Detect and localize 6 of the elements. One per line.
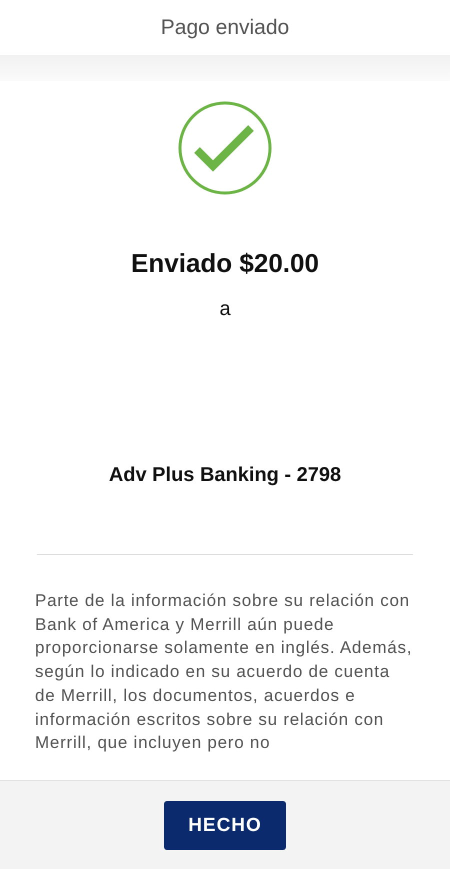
- done-button[interactable]: HECHO: [164, 801, 286, 850]
- recipient-connector: a: [219, 298, 231, 321]
- disclaimer-text: Parte de la información sobre su relación con Bank of America y Merrill aún puede proporcionarse solamente en inglés. Además, según lo indicado en su acuerdo de cuenta de Merrill, los documentos, acuerdos e información escritos sobre su relación con Merrill, que incluyen pero no: [35, 590, 414, 754]
- screen-title: Pago enviado: [160, 16, 290, 40]
- account-name: Adv Plus Banking - 2798: [108, 464, 342, 487]
- amount-heading: Enviado $20.00: [131, 248, 319, 279]
